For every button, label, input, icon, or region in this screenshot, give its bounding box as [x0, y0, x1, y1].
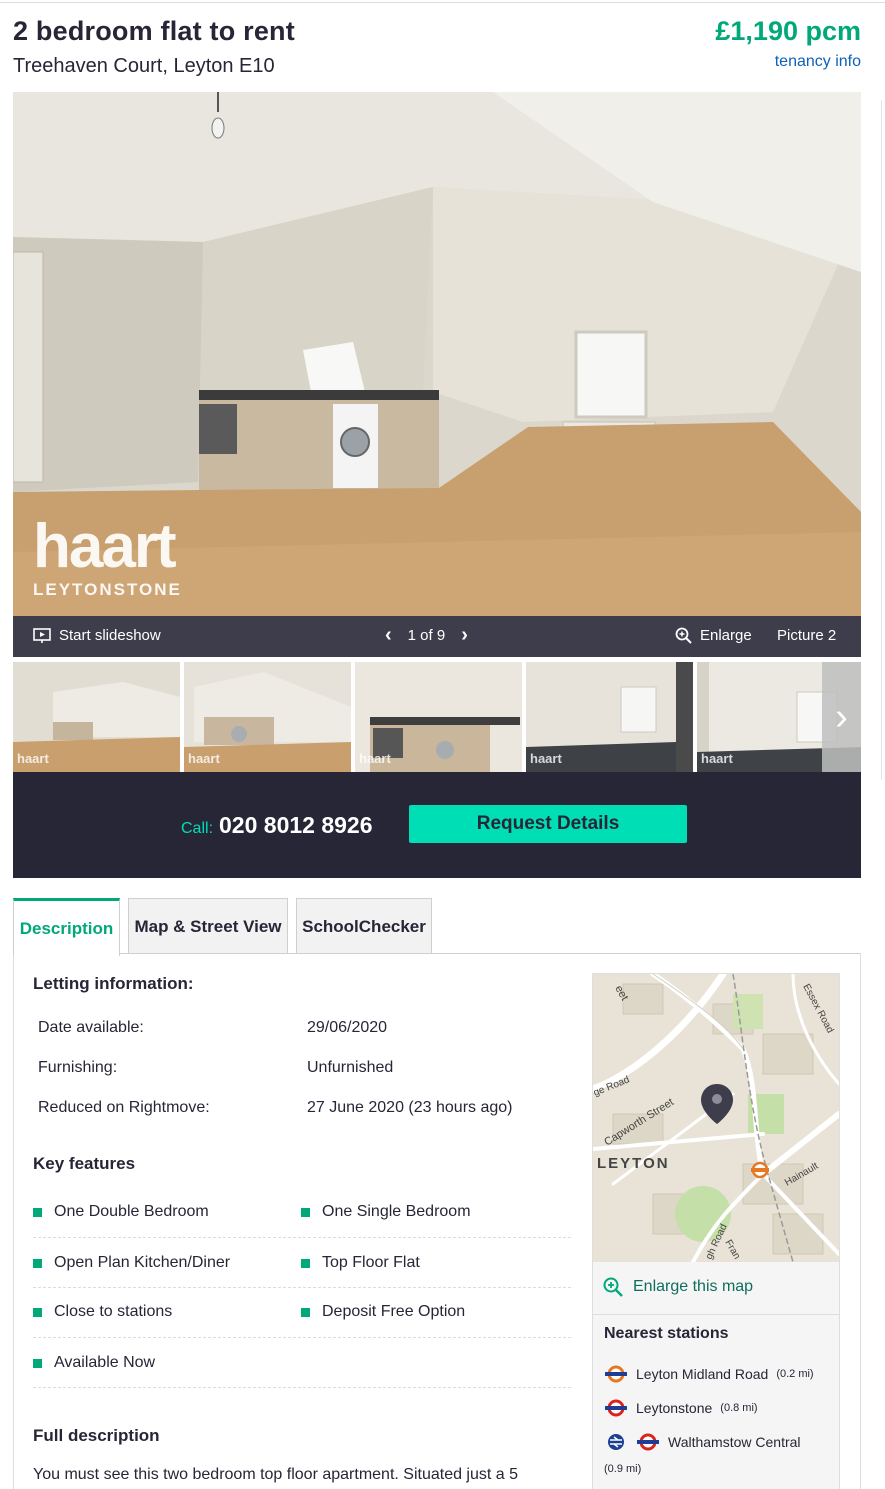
letting-heading: Letting information:: [33, 974, 194, 993]
info-value-date: 29/06/2020: [307, 1019, 388, 1036]
thumbnail-1[interactable]: haart: [13, 662, 180, 772]
chevron-left-icon[interactable]: ‹: [385, 625, 392, 645]
bullet-icon: [33, 1207, 42, 1217]
overground-roundel-icon: [605, 1365, 627, 1383]
thumbnail-watermark: haart: [530, 751, 562, 766]
feature-label: Close to stations: [54, 1303, 173, 1320]
call-label: Call:: [181, 820, 214, 837]
key-features-heading: Key features: [33, 1154, 136, 1173]
request-details-button[interactable]: Request Details: [409, 805, 687, 843]
feature-item: One Single Bedroom: [301, 1203, 471, 1221]
chevron-right-icon: ›: [835, 695, 848, 738]
thumbnail-2[interactable]: haart: [184, 662, 351, 772]
top-divider: [0, 2, 885, 3]
bullet-icon: [33, 1358, 42, 1368]
feature-label: Open Plan Kitchen/Diner: [54, 1254, 231, 1271]
feature-item: Top Floor Flat: [301, 1254, 420, 1272]
watermark-brand: haart: [33, 512, 177, 581]
feature-label: Deposit Free Option: [322, 1303, 466, 1320]
zoom-in-icon: [603, 1277, 623, 1297]
full-description-heading: Full description: [33, 1426, 160, 1445]
info-label-furnishing: Furnishing:: [38, 1059, 118, 1076]
feature-item: Close to stations: [33, 1303, 172, 1321]
feature-divider: [33, 1237, 571, 1238]
feature-item: Available Now: [33, 1354, 155, 1372]
feature-label: Available Now: [54, 1354, 156, 1371]
sidebar-edge: [881, 100, 882, 780]
bullet-icon: [33, 1258, 42, 1268]
station-item: Leyton Midland Road (0.2 mi): [604, 1365, 814, 1383]
bullet-icon: [33, 1307, 42, 1317]
picture-label: Picture 2: [777, 627, 837, 644]
feature-label: Top Floor Flat: [322, 1254, 420, 1271]
enlarge-label: Enlarge: [700, 627, 752, 644]
thumbnails-next-button[interactable]: ›: [822, 662, 861, 772]
listing-price: £1,190 pcm: [715, 16, 861, 46]
chevron-right-icon[interactable]: ›: [461, 625, 468, 645]
feature-item: One Double Bedroom: [33, 1203, 209, 1221]
photo-counter: 1 of 9: [407, 626, 446, 644]
info-value-reduced: 27 June 2020 (23 hours ago): [307, 1099, 513, 1116]
contact-band: Call: 020 8012 8926 Request Details: [13, 772, 861, 878]
enlarge-map-label: Enlarge this map: [633, 1278, 754, 1295]
station-item: Walthamstow Central: [604, 1433, 801, 1451]
info-label-reduced: Reduced on Rightmove:: [38, 1099, 210, 1116]
main-photo[interactable]: haart LEYTONSTONE: [13, 92, 861, 616]
feature-divider: [33, 1287, 571, 1288]
thumbnail-4[interactable]: haart: [526, 662, 693, 772]
feature-divider: [33, 1337, 571, 1338]
watermark-branch: LEYTONSTONE: [33, 580, 182, 599]
station-distance: (0.8 mi): [720, 1402, 758, 1414]
thumbnail-watermark: haart: [359, 751, 391, 766]
map-divider: [593, 1314, 839, 1315]
full-description-text: You must see this two bedroom top floor …: [33, 1466, 519, 1483]
listing-address: Treehaven Court, Leyton E10: [13, 55, 275, 77]
feature-item: Open Plan Kitchen/Diner: [33, 1254, 230, 1272]
brand-watermark: haart LEYTONSTONE: [33, 516, 182, 600]
bullet-icon: [301, 1207, 310, 1217]
start-slideshow-label: Start slideshow: [59, 627, 161, 644]
underground-roundel-icon: [605, 1399, 627, 1417]
thumbnail-strip: haart haart haart haart haart: [13, 662, 861, 772]
station-distance: (0.9 mi): [604, 1463, 642, 1475]
feature-item: Deposit Free Option: [301, 1303, 465, 1321]
tab-schoolchecker[interactable]: SchoolChecker: [296, 898, 432, 954]
station-name: Leyton Midland Road: [636, 1366, 769, 1382]
enlarge-photo-button[interactable]: Enlarge: [675, 627, 752, 644]
nearest-stations-heading: Nearest stations: [604, 1325, 729, 1342]
info-label-date: Date available:: [38, 1019, 144, 1036]
call-agent[interactable]: Call: 020 8012 8926: [181, 812, 373, 839]
feature-divider: [33, 1387, 571, 1388]
thumbnail-watermark: haart: [17, 751, 49, 766]
tab-map-street-view[interactable]: Map & Street View: [128, 898, 288, 954]
underground-roundel-icon: [637, 1433, 659, 1451]
station-item: Leytonstone (0.8 mi): [604, 1399, 758, 1417]
map-card: eet Essex Road ge Road Capworth Street L…: [592, 973, 840, 1489]
thumbnail-watermark: haart: [188, 751, 220, 766]
bullet-icon: [301, 1307, 310, 1317]
slideshow-icon: [33, 627, 51, 643]
tenancy-info-link[interactable]: tenancy info: [775, 53, 861, 71]
map-thumbnail[interactable]: eet Essex Road ge Road Capworth Street L…: [593, 974, 839, 1262]
listing-title: 2 bedroom flat to rent: [13, 16, 295, 46]
photo-toolbar: Start slideshow ‹ 1 of 9 › Enlarge Pictu…: [13, 616, 861, 657]
map-label: LEYTON: [597, 1155, 670, 1172]
bullet-icon: [301, 1258, 310, 1268]
thumbnail-watermark: haart: [701, 751, 733, 766]
national-rail-icon: [608, 1434, 624, 1450]
thumbnail-3[interactable]: haart: [355, 662, 522, 772]
start-slideshow-button[interactable]: Start slideshow: [33, 627, 161, 644]
station-name: Leytonstone: [636, 1400, 713, 1416]
feature-label: One Single Bedroom: [322, 1203, 471, 1220]
info-value-furnishing: Unfurnished: [307, 1059, 394, 1076]
tab-description[interactable]: Description: [13, 898, 120, 956]
street-map: eet Essex Road ge Road Capworth Street L…: [593, 974, 839, 1262]
feature-label: One Double Bedroom: [54, 1203, 209, 1220]
zoom-in-icon: [675, 627, 692, 644]
station-distance: (0.2 mi): [776, 1368, 814, 1380]
enlarge-map-link[interactable]: Enlarge this map: [603, 1277, 753, 1297]
photo-navigation: ‹ 1 of 9 ›: [385, 625, 468, 645]
phone-number[interactable]: 020 8012 8926: [219, 812, 373, 839]
station-name: Walthamstow Central: [668, 1434, 801, 1450]
